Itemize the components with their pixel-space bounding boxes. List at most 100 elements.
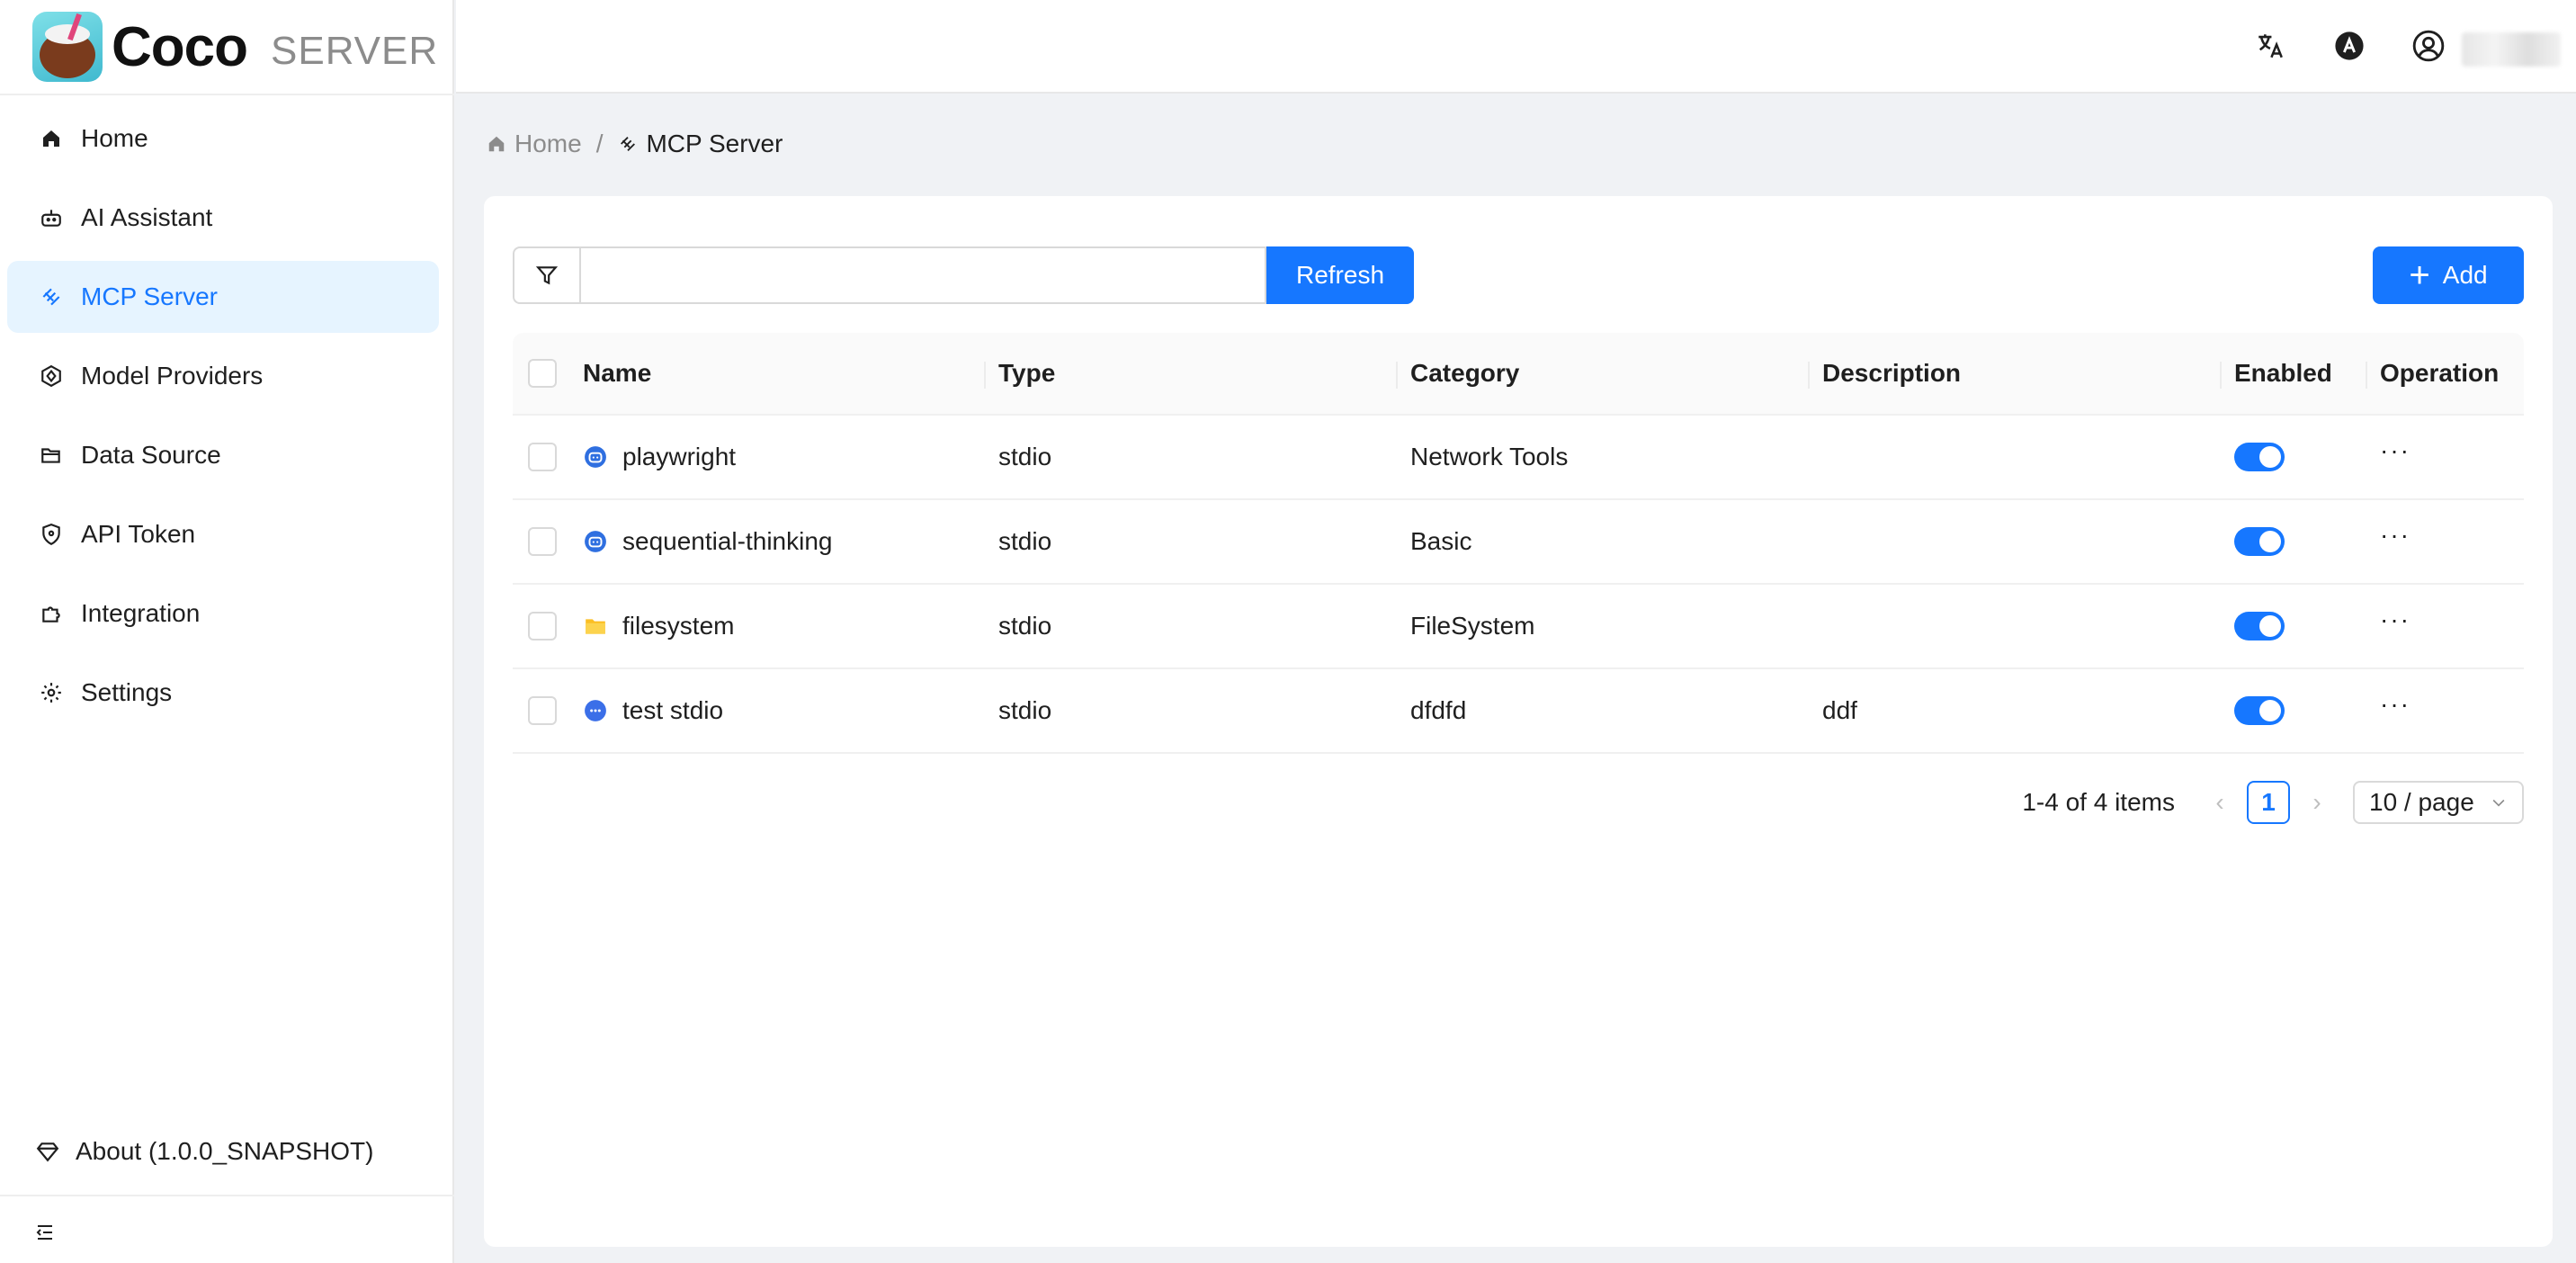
- server-name[interactable]: filesystem: [622, 612, 734, 640]
- server-category: Basic: [1410, 527, 1472, 555]
- server-type: stdio: [998, 696, 1052, 724]
- more-actions-icon[interactable]: ···: [2380, 436, 2411, 478]
- filter-button[interactable]: [513, 246, 579, 304]
- sidebar-item-label: MCP Server: [81, 282, 218, 310]
- collapse-sidebar-icon[interactable]: [34, 1222, 58, 1245]
- column-header-name[interactable]: Name: [572, 333, 984, 414]
- server-description: ddf: [1822, 696, 1857, 724]
- translate-icon[interactable]: [2251, 27, 2289, 65]
- more-actions-icon[interactable]: ···: [2380, 521, 2411, 562]
- sidebar-item-label: AI Assistant: [81, 203, 213, 231]
- server-type: stdio: [998, 527, 1052, 555]
- more-actions-icon[interactable]: ···: [2380, 690, 2411, 731]
- enabled-toggle[interactable]: [2234, 696, 2285, 725]
- robot-icon: [583, 444, 608, 470]
- sidebar-item-data-source[interactable]: Data Source: [7, 419, 439, 491]
- select-all-checkbox[interactable]: [528, 359, 557, 388]
- sidebar-item-label: Data Source: [81, 441, 221, 469]
- server-name[interactable]: test stdio: [622, 696, 723, 725]
- username-redacted[interactable]: [2462, 32, 2561, 67]
- column-header-category[interactable]: Category: [1396, 333, 1808, 414]
- shield-icon: [38, 521, 65, 548]
- add-button[interactable]: + Add: [2373, 246, 2524, 304]
- chevron-down-icon: [2492, 799, 2505, 807]
- sidebar-item-label: Home: [81, 124, 148, 152]
- home-icon: [486, 133, 507, 155]
- sidebar-nav: Home AI Assistant MCP Server Model Provi…: [7, 103, 439, 736]
- puzzle-icon: [38, 600, 65, 627]
- breadcrumb-current-label: MCP Server: [646, 130, 783, 157]
- pagination-total: 1-4 of 4 items: [2022, 788, 2175, 816]
- robot-icon: [38, 204, 65, 231]
- server-type: stdio: [998, 612, 1052, 640]
- mcp-icon: [617, 133, 639, 155]
- row-checkbox[interactable]: [528, 443, 557, 471]
- search-toolbar: Refresh: [513, 246, 1414, 304]
- gear-icon: [38, 679, 65, 706]
- search-input[interactable]: [579, 246, 1266, 304]
- enabled-toggle[interactable]: [2234, 612, 2285, 640]
- sidebar-item-settings[interactable]: Settings: [7, 657, 439, 729]
- sidebar-item-label: Model Providers: [81, 362, 264, 390]
- filter-icon: [535, 266, 559, 285]
- enabled-toggle[interactable]: [2234, 527, 2285, 556]
- coconut-logo-icon: [32, 12, 103, 82]
- server-description: [1808, 416, 2220, 498]
- row-checkbox[interactable]: [528, 527, 557, 556]
- model-icon: [38, 363, 65, 390]
- folder-icon: [583, 614, 608, 639]
- content-card: Refresh + Add Name Type Category Descrip…: [484, 196, 2553, 1247]
- sidebar-item-label: Integration: [81, 599, 201, 627]
- sidebar-item-api-token[interactable]: API Token: [7, 498, 439, 570]
- mcp-icon: [38, 283, 65, 310]
- pagination: 1-4 of 4 items ‹ 1 › 10 / page: [2022, 781, 2524, 824]
- row-checkbox[interactable]: [528, 696, 557, 725]
- plus-icon: +: [2409, 255, 2430, 295]
- sidebar-item-ai-assistant[interactable]: AI Assistant: [7, 182, 439, 254]
- chevron-left-icon[interactable]: ‹: [2207, 788, 2232, 817]
- chat-icon: [583, 698, 608, 723]
- server-name[interactable]: sequential-thinking: [622, 527, 833, 556]
- user-icon[interactable]: [2410, 27, 2447, 65]
- breadcrumb: Home / MCP Server: [486, 130, 783, 158]
- server-category: dfdfd: [1410, 696, 1467, 724]
- sidebar-item-home[interactable]: Home: [7, 103, 439, 175]
- page-number[interactable]: 1: [2247, 781, 2290, 824]
- more-actions-icon[interactable]: ···: [2380, 605, 2411, 647]
- table-row: test stdio stdio dfdfd ddf ···: [513, 669, 2524, 754]
- server-name[interactable]: playwright: [622, 443, 736, 471]
- column-header-operation: Operation: [2366, 333, 2524, 414]
- page-size-select[interactable]: 10 / page: [2353, 781, 2524, 824]
- table-row: playwright stdio Network Tools ···: [513, 416, 2524, 500]
- brand-name: Coco: [112, 15, 248, 78]
- divider: [0, 94, 454, 95]
- table-header: Name Type Category Description Enabled O…: [513, 333, 2524, 416]
- sidebar-item-model-providers[interactable]: Model Providers: [7, 340, 439, 412]
- column-header-description[interactable]: Description: [1808, 333, 2220, 414]
- sidebar-item-label: Settings: [81, 678, 173, 706]
- refresh-button[interactable]: Refresh: [1266, 246, 1414, 304]
- server-description: [1808, 585, 2220, 667]
- breadcrumb-current: MCP Server: [617, 130, 783, 158]
- mcp-server-table: Name Type Category Description Enabled O…: [513, 333, 2524, 754]
- about-label: About (1.0.0_SNAPSHOT): [76, 1137, 374, 1165]
- theme-icon[interactable]: [2330, 27, 2368, 65]
- sidebar-item-mcp-server[interactable]: MCP Server: [7, 261, 439, 333]
- brand-subtitle: SERVER: [271, 29, 439, 73]
- server-category: FileSystem: [1410, 612, 1535, 640]
- column-header-enabled[interactable]: Enabled: [2220, 333, 2366, 414]
- column-header-type[interactable]: Type: [984, 333, 1396, 414]
- diamond-icon: [34, 1138, 61, 1165]
- breadcrumb-home[interactable]: Home: [486, 130, 582, 158]
- server-category: Network Tools: [1410, 443, 1569, 470]
- about-link[interactable]: About (1.0.0_SNAPSHOT): [34, 1137, 373, 1166]
- enabled-toggle[interactable]: [2234, 443, 2285, 471]
- breadcrumb-separator: /: [595, 130, 604, 157]
- chevron-right-icon[interactable]: ›: [2304, 788, 2330, 817]
- app-logo[interactable]: Coco SERVER: [32, 9, 438, 85]
- row-checkbox[interactable]: [528, 612, 557, 640]
- sidebar-item-label: API Token: [81, 520, 196, 548]
- sidebar-item-integration[interactable]: Integration: [7, 578, 439, 649]
- folder-open-icon: [38, 442, 65, 469]
- table-row: sequential-thinking stdio Basic ···: [513, 500, 2524, 585]
